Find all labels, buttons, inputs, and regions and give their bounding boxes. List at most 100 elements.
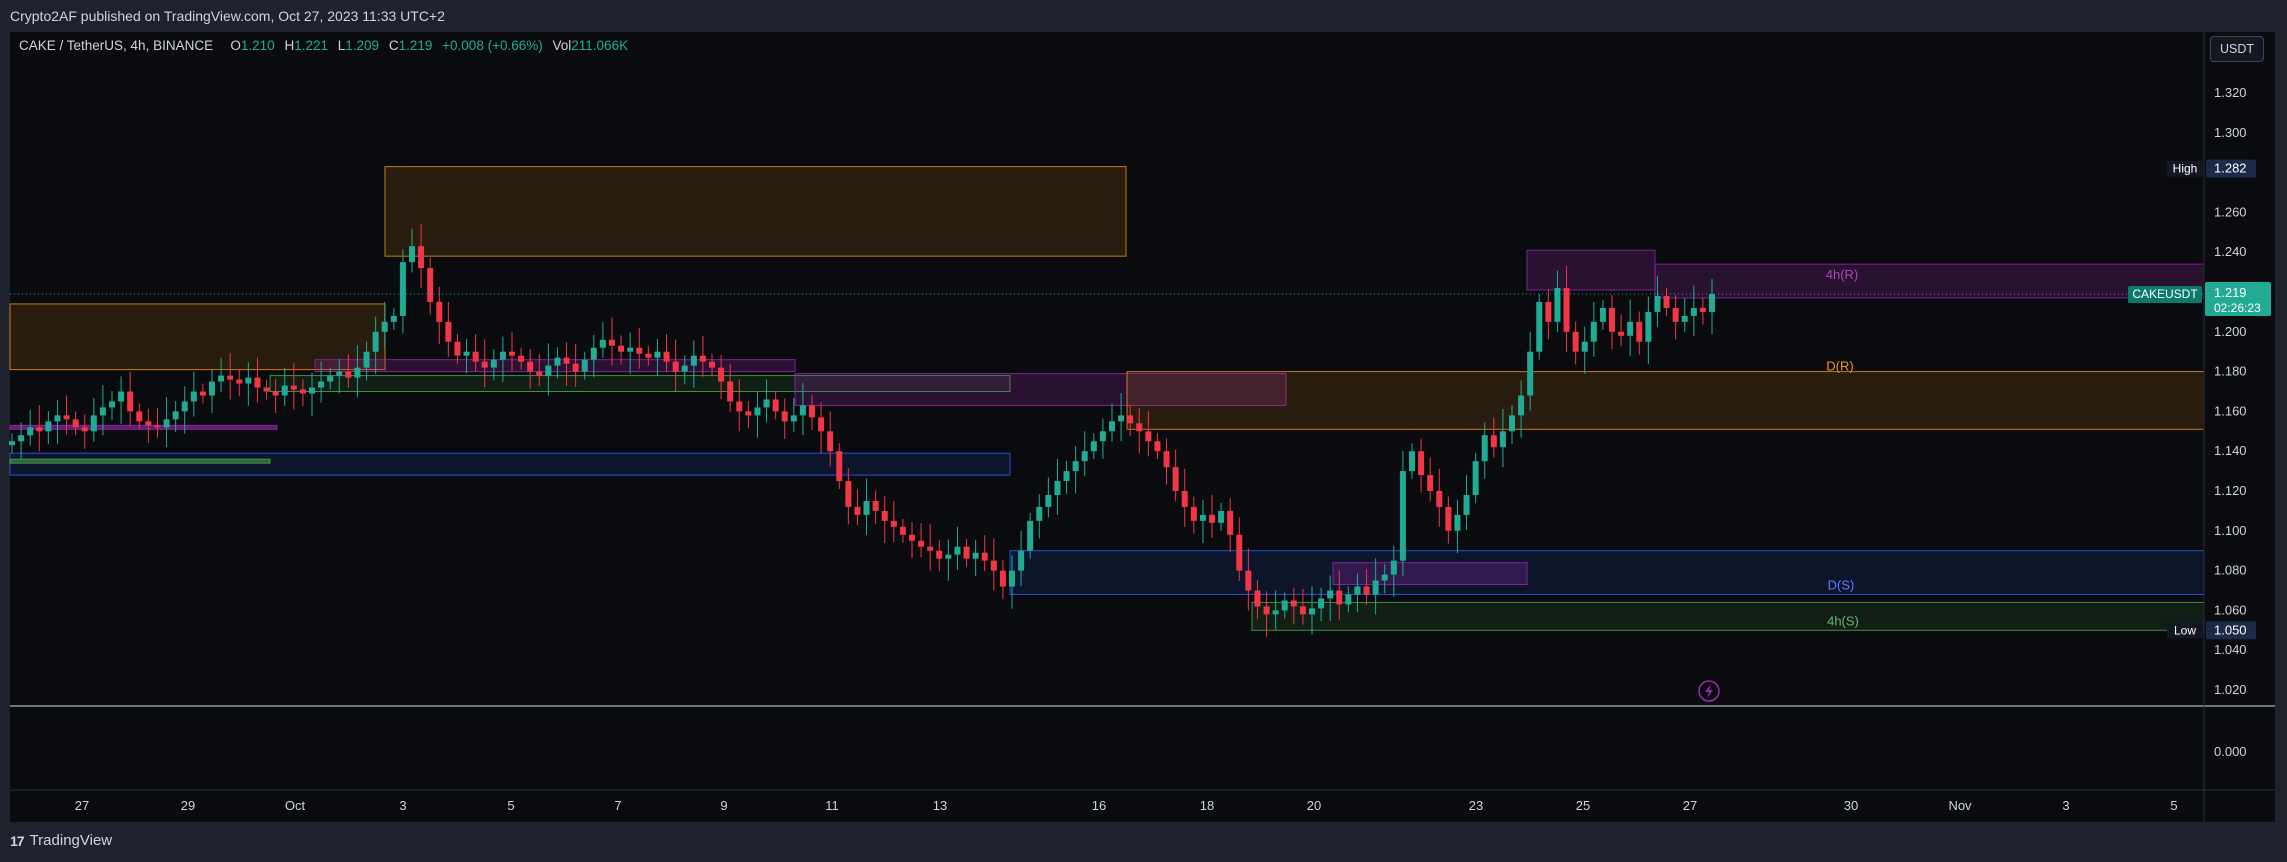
candle: [1072, 446, 1079, 494]
time-tick-label: 3: [399, 798, 406, 813]
footer: 17 TradingView: [0, 822, 2287, 862]
candle-body: [1299, 606, 1306, 615]
candle: [1163, 438, 1170, 485]
candle-body: [1290, 600, 1297, 607]
candle-body: [927, 546, 934, 551]
candle-body: [627, 347, 634, 352]
candle-body: [681, 365, 688, 372]
candle-body: [636, 347, 643, 354]
candle-body: [172, 411, 179, 420]
candle-body: [527, 361, 534, 372]
candle: [1454, 499, 1461, 554]
candle: [1154, 433, 1161, 460]
candle-body: [1681, 315, 1688, 322]
candle-body: [345, 371, 352, 378]
candle-body: [1654, 295, 1661, 312]
symbol-legend: CAKE / TetherUS, 4h, BINANCE O1.210 H1.2…: [19, 38, 634, 53]
candle-body: [90, 415, 97, 432]
tradingview-brand[interactable]: 17 TradingView: [10, 832, 112, 849]
candle: [209, 368, 215, 413]
candle-body: [1436, 491, 1443, 507]
candle-body: [1218, 510, 1225, 523]
candle: [881, 495, 888, 544]
zone-dr: [1126, 371, 2205, 430]
candle: [1681, 298, 1688, 333]
candle-body: [654, 351, 661, 358]
candle-body: [127, 391, 134, 412]
candle-body: [1236, 534, 1243, 571]
candle: [1436, 468, 1443, 527]
candle-body: [663, 351, 670, 362]
candle-body: [863, 500, 870, 515]
candle: [1699, 297, 1706, 325]
candle: [27, 409, 34, 446]
candle-body: [881, 510, 888, 521]
purple-box-oct20: [1332, 562, 1528, 586]
candle-body: [1345, 594, 1352, 605]
candle-body: [145, 421, 152, 426]
candle: [836, 443, 843, 490]
symbol-title: CAKE / TetherUS, 4h, BINANCE: [19, 38, 214, 53]
zones-layer: [9, 166, 2205, 631]
candle: [81, 414, 88, 449]
currency-selector[interactable]: USDT: [2210, 36, 2264, 62]
candle-body: [1272, 610, 1279, 615]
price-tick-label: 1.060: [2214, 602, 2247, 617]
candle: [118, 376, 125, 424]
time-tick-label: 5: [507, 798, 514, 813]
candle-body: [1354, 586, 1361, 595]
candle-body: [227, 375, 234, 380]
candle-body: [1690, 307, 1697, 316]
chart-canvas[interactable]: 4h(R)D(R)D(S)4h(S) 1.3201.3001.2801.2601…: [0, 0, 2287, 862]
blue-box-sep: [9, 452, 1011, 476]
candle-body: [181, 401, 188, 412]
candle-body: [936, 550, 943, 559]
candle-body: [509, 351, 515, 356]
candle-body: [472, 351, 479, 362]
candle-body: [690, 355, 697, 366]
time-tick-label: 23: [1469, 798, 1483, 813]
candle: [1081, 431, 1088, 477]
candle-body: [1018, 550, 1025, 571]
candle: [90, 397, 97, 442]
candle-body: [772, 399, 779, 412]
candle-body: [1590, 321, 1597, 342]
candle-body: [1281, 600, 1288, 611]
time-tick-label: 3: [2062, 798, 2069, 813]
green-line-sep: [9, 458, 271, 464]
candle-body: [909, 534, 915, 541]
candle-body: [1509, 415, 1515, 432]
candle-body: [1481, 435, 1488, 462]
time-tick-label: 5: [2170, 798, 2177, 813]
price-tick-label: 1.200: [2214, 324, 2247, 339]
candle-body: [745, 411, 752, 416]
candle: [963, 538, 970, 567]
candle-body: [990, 560, 997, 571]
candle-body: [736, 401, 743, 412]
candle-body: [536, 371, 543, 376]
price-tick-label: 1.100: [2214, 523, 2247, 538]
candle: [872, 490, 879, 524]
candle-body: [1245, 570, 1252, 591]
candle-body: [872, 500, 879, 511]
candle-body: [236, 379, 243, 384]
candle-body: [1454, 514, 1461, 531]
candle-body: [1127, 415, 1134, 424]
candle: [1181, 468, 1188, 527]
candle: [9, 433, 15, 454]
candle: [1672, 295, 1679, 340]
candle-body: [1009, 570, 1015, 587]
candle-body: [818, 417, 825, 432]
brand-text: TradingView: [29, 832, 113, 849]
candle: [1045, 477, 1052, 518]
candle: [1627, 299, 1634, 356]
high-marker-tag-label: High: [2173, 162, 2198, 176]
candle: [990, 538, 997, 591]
time-tick-label: 25: [1576, 798, 1590, 813]
candle: [599, 322, 606, 359]
indicator-tick-label: 0.000: [2214, 744, 2247, 759]
candle: [1472, 453, 1479, 503]
zone-4h-s: [1251, 601, 2205, 631]
candle-body: [1063, 471, 1070, 482]
close-label: C: [388, 38, 399, 53]
